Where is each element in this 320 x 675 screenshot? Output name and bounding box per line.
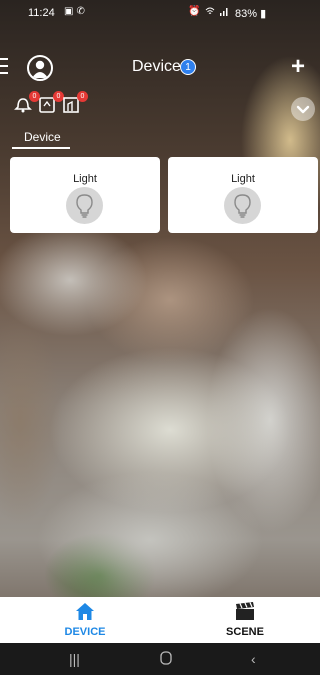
quick-action-scene[interactable]: 0 [62,91,88,116]
chevron-down-icon [296,105,310,114]
tab-underline [12,147,70,149]
home-circle-icon[interactable] [160,651,172,668]
menu-icon[interactable] [0,58,10,76]
status-left-icons: ▣✆ [64,6,88,17]
system-navigation-bar: ||| ‹ [0,643,320,675]
expand-button[interactable] [291,97,315,121]
device-count-badge: 1 [180,59,196,75]
status-time: 11:24 [28,7,55,19]
battery-level: 83% ▮ [235,8,267,20]
app-header: Device 1 + [0,52,320,84]
app-screen: 11:24 ▣✆ ⏰ 83% ▮ Device 1 + 0 0 0 Device… [0,0,320,675]
bottom-nav: DEVICE SCENE [0,597,320,643]
status-right-icons: ⏰ [188,6,229,17]
home-icon [76,603,94,620]
nav-device-label: DEVICE [64,626,106,638]
quick-action-dimmer[interactable]: 0 [38,91,64,116]
clapperboard-icon [236,602,254,620]
tab-device[interactable]: Device [24,130,61,144]
quick-action-doorbell[interactable]: 0 [14,91,40,116]
wifi-icon [205,7,215,14]
recents-icon[interactable]: ||| [69,651,80,667]
phone-icon: ✆ [76,6,88,17]
signal-icon [220,7,228,16]
device-label: Light [73,173,97,185]
back-icon[interactable]: ‹ [251,651,256,667]
device-card[interactable]: Light [10,157,160,233]
device-label: Light [231,173,255,185]
bulb-icon[interactable] [224,187,261,224]
bulb-icon[interactable] [66,187,103,224]
alarm-icon: ⏰ [188,6,202,17]
notification-badge: 0 [77,91,88,102]
user-icon [32,60,48,78]
page-title: Device [132,58,181,75]
avatar[interactable] [27,55,53,81]
status-bar: 11:24 ▣✆ ⏰ 83% ▮ [0,0,320,26]
gallery-icon: ▣ [64,6,77,17]
add-icon[interactable]: + [291,54,305,80]
nav-scene[interactable]: SCENE [165,597,320,643]
nav-scene-label: SCENE [226,626,264,638]
device-card[interactable]: Light [168,157,318,233]
battery-icon: ▮ [260,8,267,20]
nav-device[interactable]: DEVICE [5,597,165,643]
